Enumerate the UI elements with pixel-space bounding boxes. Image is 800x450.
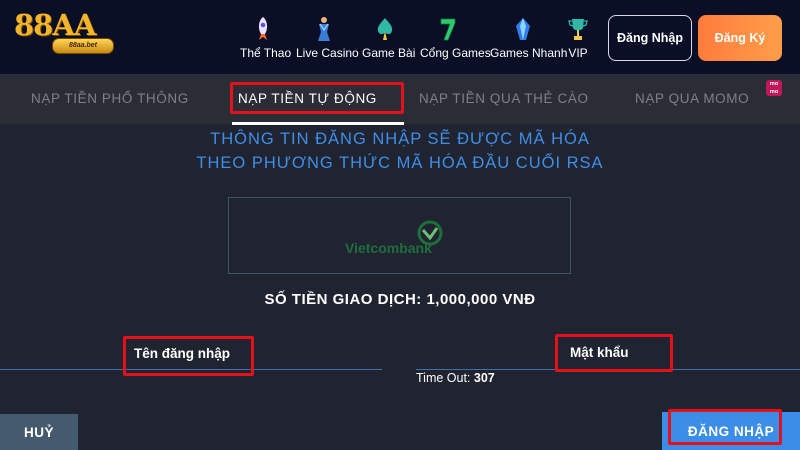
nav-label: VIP (568, 46, 588, 60)
tab-nap-qua-momo[interactable]: NẠP QUA MOMO (635, 74, 749, 124)
top-header: 88AA 88aa.bet Thể Thao Live Casino Game … (0, 0, 800, 74)
nav-item-live-casino[interactable]: Live Casino (296, 16, 359, 66)
bank-name: Vietcombank (345, 240, 432, 256)
trophy-icon (568, 19, 588, 40)
logo-text: 88AA (14, 8, 96, 42)
timeout-label: Time Out: (416, 371, 471, 385)
highlight-frame-username (123, 336, 254, 376)
header-login-button[interactable]: Đăng Nhập (608, 15, 692, 61)
nav-item-cong-games[interactable]: Cổng Games (420, 16, 491, 66)
nav-label: Cổng Games (420, 46, 491, 60)
encryption-notice-line-2: THEO PHƯƠNG THỨC MÃ HÓA ĐẦU CUỐI RSA (196, 154, 604, 172)
encryption-notice-line-1: THÔNG TIN ĐĂNG NHẬP SẼ ĐƯỢC MÃ HÓA (210, 130, 590, 148)
timeout-value: 307 (473, 371, 495, 385)
header-register-button[interactable]: Đăng Ký (698, 15, 782, 61)
seven-icon (440, 18, 456, 41)
nav-label: Live Casino (296, 46, 359, 60)
nav-item-the-thao[interactable]: Thể Thao (240, 16, 292, 66)
logo-ribbon: 88aa.bet (52, 38, 114, 54)
momo-badge-icon: mo mo (766, 80, 782, 96)
dancer-icon (318, 17, 330, 41)
active-tab-indicator (232, 122, 404, 125)
tab-nap-tien-qua-the-cao[interactable]: NẠP TIỀN QUA THẺ CÀO (419, 74, 589, 124)
nav-item-game-bai[interactable]: Game Bài (362, 16, 416, 66)
transaction-amount: SỐ TIỀN GIAO DỊCH: 1,000,000 VNĐ (264, 291, 536, 308)
nav-label: Thể Thao (240, 46, 292, 60)
highlight-frame-tab (230, 82, 404, 114)
spade-icon (377, 18, 393, 40)
nav-label: Game Bài (362, 46, 416, 60)
gem-icon (516, 18, 530, 40)
nav-item-vip[interactable]: VIP (564, 16, 592, 66)
bank-logo-box: Vietcombank (228, 197, 571, 274)
site-logo[interactable]: 88AA 88aa.bet (12, 6, 114, 58)
highlight-frame-submit (668, 409, 782, 445)
cancel-button[interactable]: HUỶ (0, 414, 78, 450)
tab-nap-tien-pho-thong[interactable]: NẠP TIỀN PHỔ THÔNG (31, 74, 189, 124)
highlight-frame-password (555, 334, 673, 372)
rocket-icon (258, 17, 268, 40)
nav-item-games-nhanh[interactable]: Games Nhanh (490, 16, 568, 66)
nav-label: Games Nhanh (490, 46, 568, 60)
timeout-text: Time Out: 307 (416, 371, 495, 385)
